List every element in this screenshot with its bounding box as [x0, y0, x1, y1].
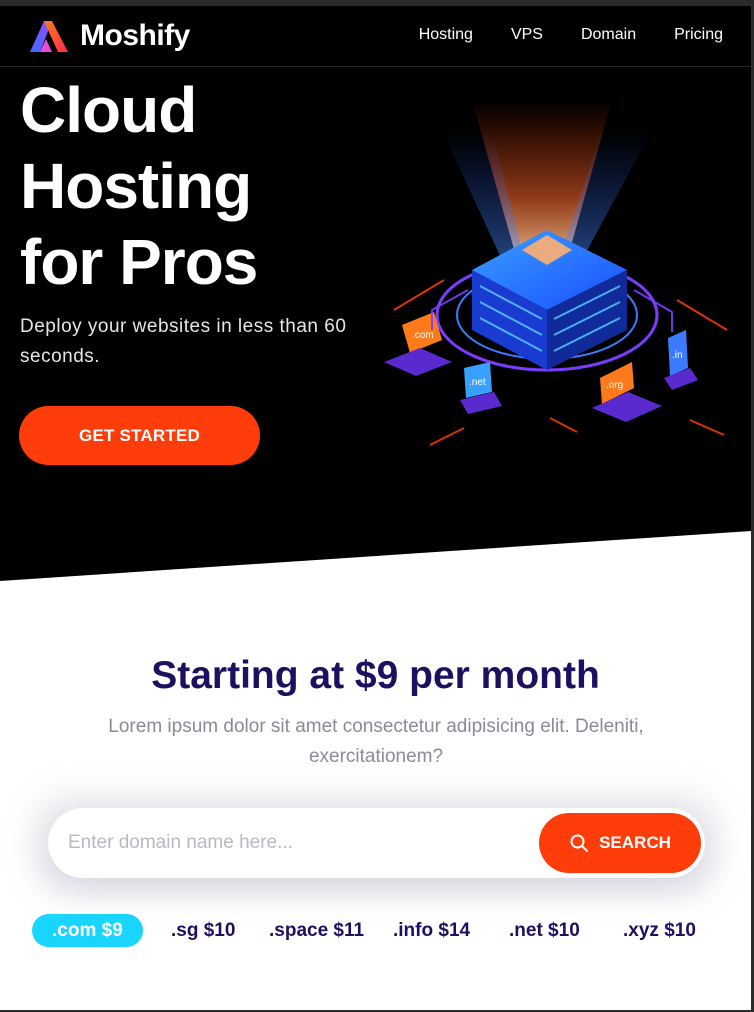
svg-text:.net: .net — [469, 377, 486, 388]
tld-price-sg[interactable]: .sg $10 — [171, 914, 235, 947]
hero-section: Moshify Hosting VPS Domain Pricing Cloud… — [0, 6, 751, 581]
search-button[interactable]: SEARCH — [539, 813, 701, 873]
brand-logo[interactable]: Moshify — [28, 19, 190, 53]
svg-text:.in: .in — [672, 350, 683, 361]
hero-title: Cloud Hosting for Pros — [20, 72, 360, 300]
nav-link-pricing[interactable]: Pricing — [674, 26, 723, 44]
tld-price-info[interactable]: .info $14 — [393, 914, 470, 947]
nav-links: Hosting VPS Domain Pricing — [381, 26, 723, 44]
top-navbar: Moshify Hosting VPS Domain Pricing — [0, 6, 751, 67]
svg-text:.org: .org — [606, 380, 623, 391]
domain-search-form: SEARCH — [48, 808, 705, 878]
tld-price-xyz[interactable]: .xyz $10 — [623, 914, 696, 947]
tld-price-space[interactable]: .space $11 — [269, 914, 364, 947]
get-started-button[interactable]: GET STARTED — [19, 406, 260, 465]
search-icon — [570, 834, 589, 852]
tld-price-list: .com $9 .sg $10 .space $11 .info $14 .ne… — [32, 914, 722, 948]
hero-subtitle: Deploy your websites in less than 60 sec… — [20, 316, 347, 367]
device-net: .net — [460, 362, 502, 414]
svg-text:.com: .com — [412, 330, 434, 341]
device-com: .com — [384, 312, 452, 376]
nav-link-hosting[interactable]: Hosting — [419, 26, 473, 44]
tld-price-com[interactable]: .com $9 — [32, 914, 143, 947]
device-in: .in — [664, 330, 698, 390]
hero-title-line-1: Cloud — [20, 74, 197, 146]
nav-link-vps[interactable]: VPS — [511, 26, 543, 44]
nav-link-domain[interactable]: Domain — [581, 26, 636, 44]
search-button-label: SEARCH — [599, 833, 671, 852]
hero-title-line-3: for Pros — [20, 226, 258, 298]
domain-search-input[interactable] — [68, 823, 508, 863]
hero-title-line-2: Hosting — [20, 150, 252, 222]
brand-logo-icon — [30, 21, 68, 52]
device-org: .org — [592, 362, 662, 422]
server-illustration: .com .net .org .in — [384, 100, 728, 446]
pricing-subtitle: Lorem ipsum dolor sit amet consectetur a… — [108, 716, 644, 767]
pricing-title: Starting at $9 per month — [151, 654, 600, 697]
brand-name: Moshify — [80, 19, 190, 52]
tld-price-net[interactable]: .net $10 — [509, 914, 580, 947]
